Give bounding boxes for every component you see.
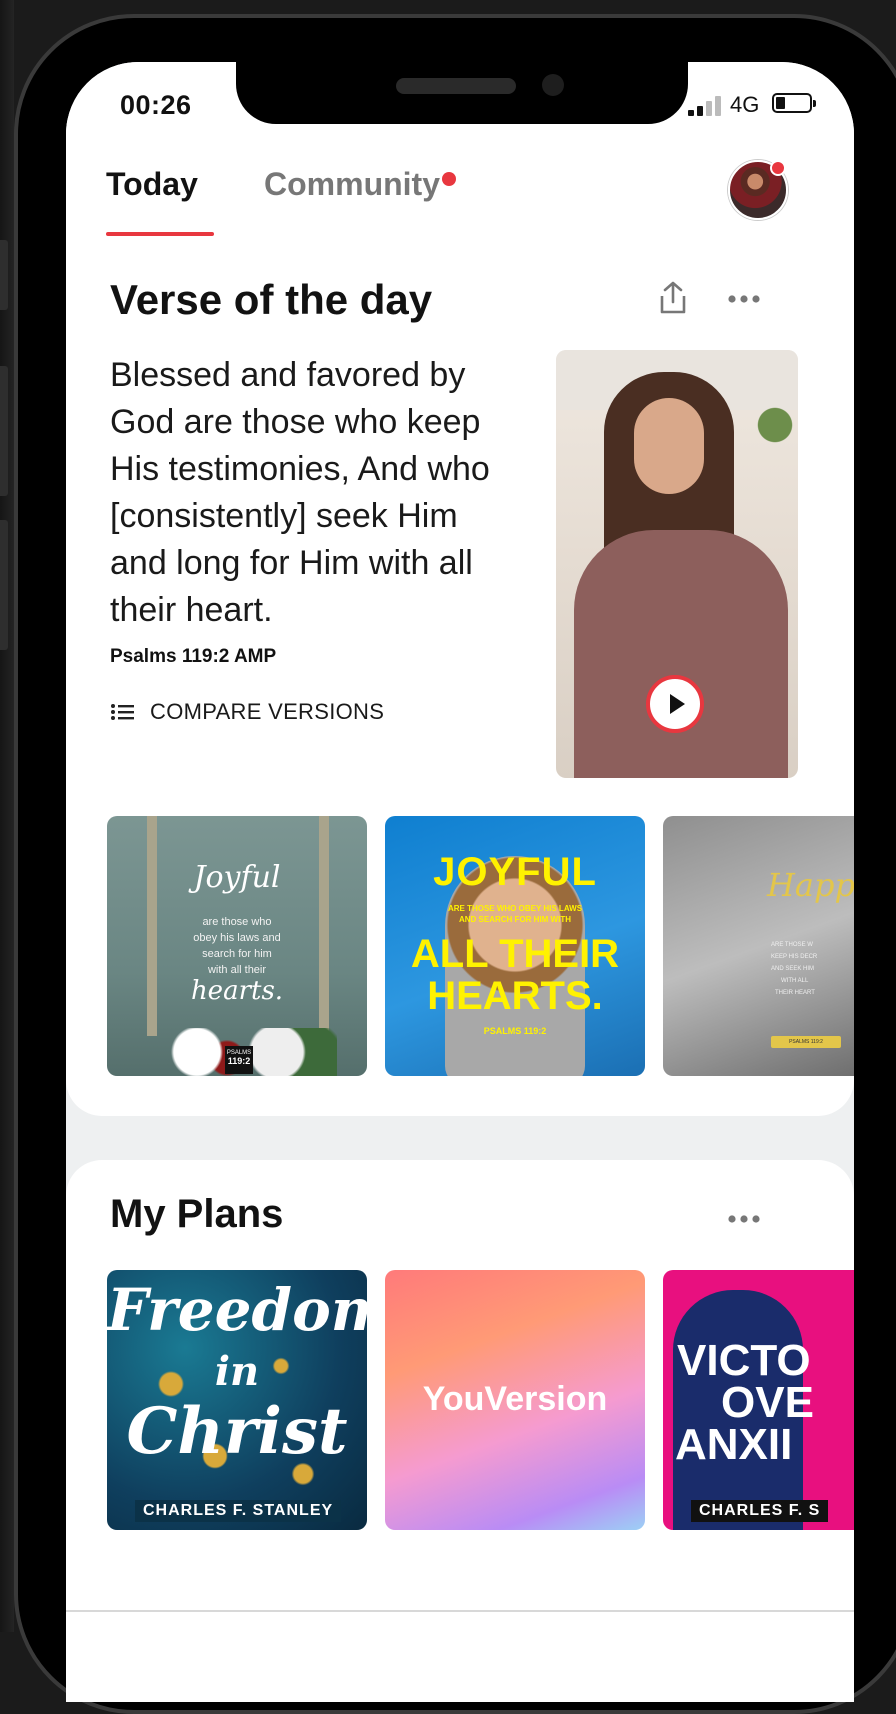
more-options-icon[interactable] — [726, 292, 762, 310]
plan-title-line: Christ — [126, 1394, 348, 1469]
list-icon — [111, 704, 134, 720]
verse-image-2-reference: PSALMS 119:2 — [483, 1026, 547, 1036]
verse-image-2-title: JOYFUL — [433, 850, 597, 894]
tab-today[interactable]: Today — [106, 166, 198, 203]
compare-versions-label: COMPARE VERSIONS — [150, 699, 385, 724]
verse-image-2-sub: AND SEARCH FOR HIM WITH — [459, 915, 571, 924]
video-person-shirt — [574, 530, 788, 778]
verse-image-1-title: Joyful — [193, 860, 281, 895]
front-camera — [542, 74, 564, 96]
verse-image-1-line: with all their — [207, 964, 267, 976]
phone-notch — [236, 62, 688, 124]
phone-screen: 00:26 4G Today Community Verse of the da… — [66, 62, 854, 1702]
active-tab-indicator — [106, 232, 214, 236]
video-person-face — [634, 398, 704, 494]
my-plans-title: My Plans — [110, 1192, 284, 1236]
verse-image-2-headline: HEARTS. — [427, 974, 603, 1018]
plan-author: CHARLES F. STANLEY — [135, 1500, 342, 1522]
network-type: 4G — [730, 92, 760, 117]
plan-author: CHARLES F. S — [691, 1500, 829, 1522]
verse-reference[interactable]: Psalms 119:2 AMP — [110, 646, 276, 668]
signal-icon — [688, 96, 722, 116]
status-time: 00:26 — [120, 90, 192, 120]
badge-line: 119:2 — [227, 1056, 251, 1066]
verse-image-1-badge: PSALMS 119:2 — [225, 1046, 253, 1074]
plan-freedom-in-christ[interactable]: Freedom in Christ CHARLES F. STANLEY — [107, 1270, 367, 1530]
verse-text[interactable]: Blessed and favored by God are those who… — [110, 352, 520, 634]
volume-up-button — [0, 366, 8, 496]
verse-image-3-line: ARE THOSE W — [771, 942, 813, 948]
verse-image-3-line: KEEP HIS DECR — [771, 954, 818, 960]
verse-image-2-sub: ARE THOSE WHO OBEY HIS LAWS — [447, 904, 583, 913]
tab-community[interactable]: Community — [264, 166, 440, 203]
verse-image-1[interactable]: Joyful are those who obey his laws and s… — [107, 816, 367, 1076]
verse-image-3-title: Happ — [767, 866, 854, 904]
verse-image-1-line: are those who — [202, 916, 272, 928]
speaker-grille — [396, 78, 516, 94]
share-icon[interactable] — [656, 280, 690, 321]
verse-image-2-headline: ALL THEIR — [410, 932, 620, 976]
verse-card-title: Verse of the day — [110, 276, 433, 323]
verse-image-2[interactable]: JOYFUL ARE THOSE WHO OBEY HIS LAWS AND S… — [385, 816, 645, 1076]
plan-victory-over-anxiety[interactable]: VICTO OVE ANXII CHARLES F. S — [663, 1270, 854, 1530]
verse-image-1-closing: hearts. — [190, 976, 284, 1006]
plan-youversion[interactable]: YouVersion — [385, 1270, 645, 1530]
volume-down-button — [0, 520, 8, 650]
plans-more-options-icon[interactable] — [726, 1212, 762, 1230]
verse-video-thumbnail[interactable] — [556, 350, 798, 778]
verse-image-3[interactable]: Happ ARE THOSE W KEEP HIS DECR AND SEEK … — [663, 816, 854, 1076]
plan-title-line: Freedom — [107, 1276, 367, 1344]
verse-image-1-line: search for him — [202, 948, 272, 960]
verse-image-1-line: obey his laws and — [193, 932, 281, 944]
plan-title-line: ANXII — [675, 1420, 793, 1469]
verse-image-3-line: WITH ALL — [781, 978, 809, 984]
video-plant — [752, 390, 798, 460]
battery-icon — [772, 93, 816, 113]
verse-image-3-badge: PSALMS 119:2 — [771, 1036, 841, 1048]
community-notification-dot — [442, 172, 456, 186]
bottom-divider — [66, 1610, 854, 1612]
silent-switch — [0, 240, 8, 310]
plan-brand: YouVersion — [422, 1380, 608, 1418]
verse-image-3-line: THEIR HEART — [775, 990, 815, 996]
profile-notification-dot — [770, 160, 786, 176]
verse-image-3-line: AND SEEK HIM — [771, 966, 815, 972]
plan-title-line: in — [214, 1348, 260, 1395]
play-icon[interactable] — [646, 675, 704, 733]
compare-versions-button[interactable]: COMPARE VERSIONS — [110, 694, 384, 730]
